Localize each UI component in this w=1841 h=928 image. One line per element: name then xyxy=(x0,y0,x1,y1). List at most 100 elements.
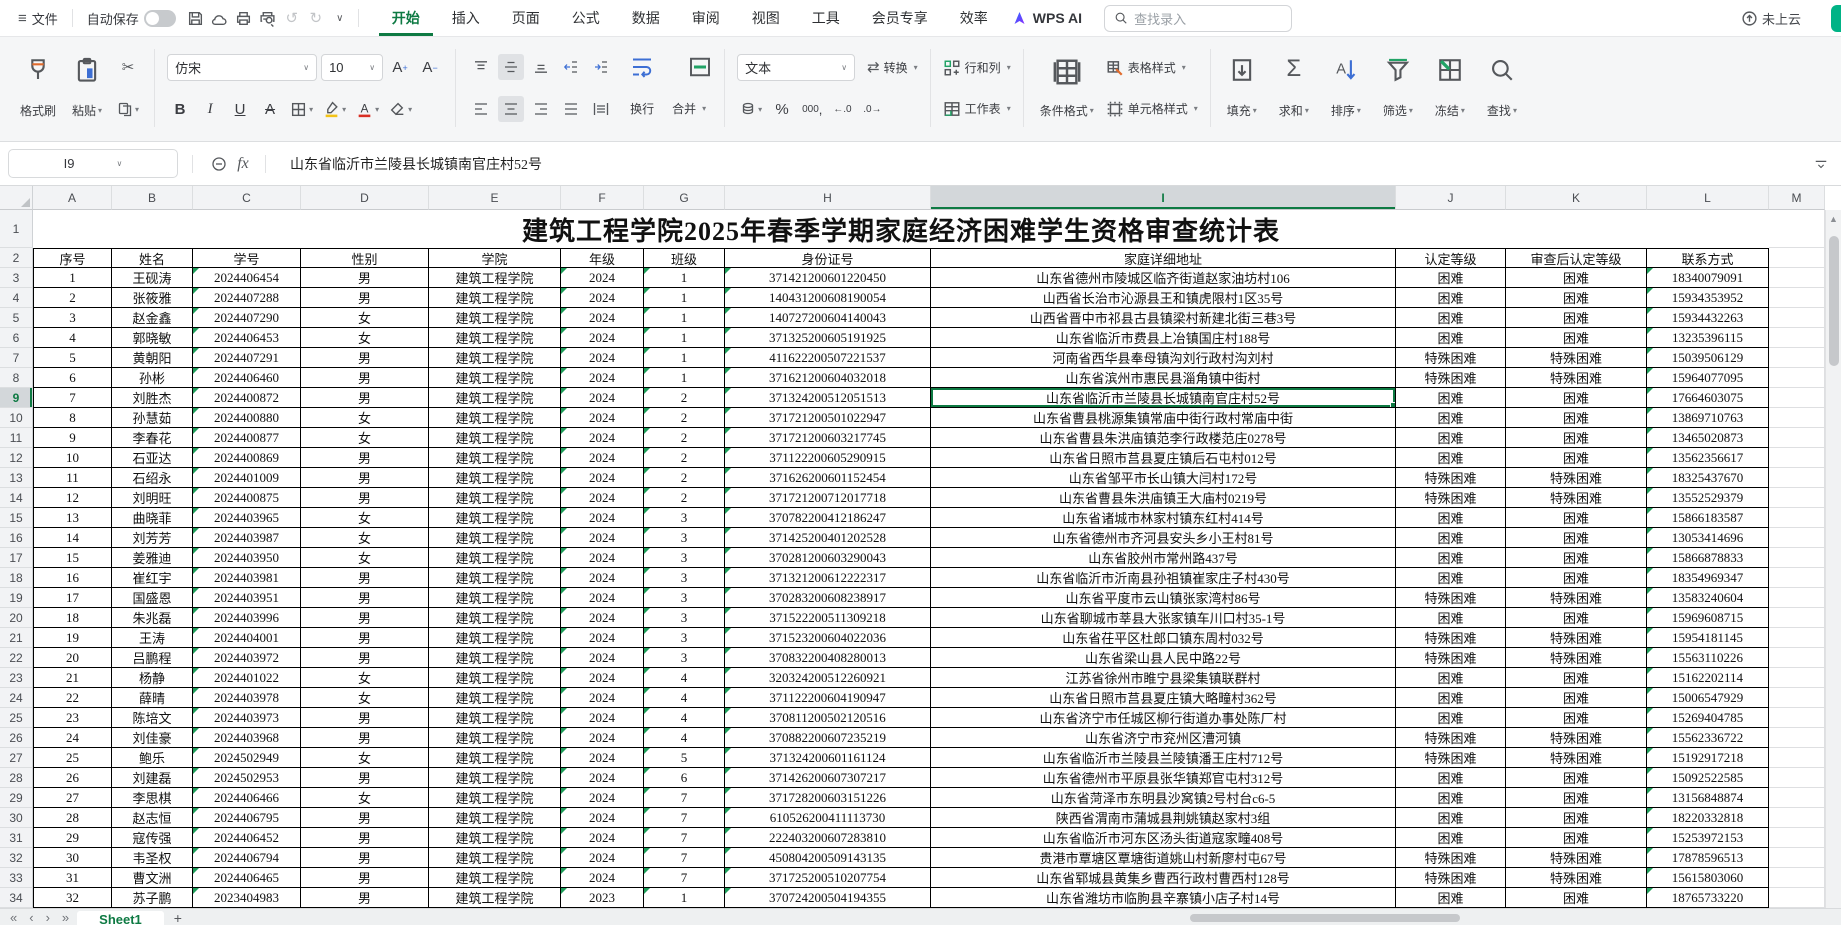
search-input[interactable]: 查找录入 xyxy=(1104,5,1292,32)
table-cell[interactable]: 2024 xyxy=(561,868,644,888)
table-cell[interactable]: 2024 xyxy=(561,588,644,608)
table-cell[interactable]: 14 xyxy=(33,528,112,548)
table-cell[interactable]: 建筑工程学院 xyxy=(429,708,561,728)
table-cell[interactable]: 2 xyxy=(644,428,725,448)
row-header-21[interactable]: 21 xyxy=(0,628,33,648)
table-cell[interactable]: 山东省聊城市莘县大张家镇车川口村35-1号 xyxy=(931,608,1396,628)
undo-icon[interactable]: ↺ xyxy=(280,6,304,30)
align-right-button[interactable] xyxy=(528,96,554,122)
table-cell[interactable]: 特殊困难 xyxy=(1396,748,1506,768)
row-header-7[interactable]: 7 xyxy=(0,348,33,368)
table-cell[interactable]: 1 xyxy=(33,268,112,288)
table-cell[interactable]: 15039506129 xyxy=(1647,348,1769,368)
table-cell[interactable]: 19 xyxy=(33,628,112,648)
table-cell[interactable]: 15563110226 xyxy=(1647,648,1769,668)
table-cell[interactable]: 男 xyxy=(301,448,429,468)
column-header-I[interactable]: I xyxy=(931,186,1396,210)
column-title[interactable]: 性别 xyxy=(301,248,429,268)
align-bottom-button[interactable] xyxy=(528,54,554,80)
table-cell[interactable]: 371728200603151226 xyxy=(725,788,931,808)
table-cell[interactable]: 2024 xyxy=(561,608,644,628)
table-cell[interactable]: 2024403978 xyxy=(193,688,301,708)
table-cell[interactable]: 370724200504194355 xyxy=(725,888,931,908)
table-cell[interactable]: 5 xyxy=(644,748,725,768)
sheet-title[interactable]: 建筑工程学院2025年春季学期家庭经济困难学生资格审查统计表 xyxy=(33,210,1769,248)
table-cell[interactable]: 371421200601220450 xyxy=(725,268,931,288)
column-title[interactable]: 姓名 xyxy=(112,248,193,268)
table-cell[interactable]: 29 xyxy=(33,828,112,848)
cloud-upload-button[interactable]: 未上云 xyxy=(1741,9,1801,28)
table-cell[interactable]: 24 xyxy=(33,728,112,748)
empty-cell[interactable] xyxy=(1769,308,1825,328)
table-cell[interactable]: 4 xyxy=(644,708,725,728)
table-cell[interactable]: 建筑工程学院 xyxy=(429,588,561,608)
table-cell[interactable]: 李春花 xyxy=(112,428,193,448)
table-cell[interactable]: 2024 xyxy=(561,688,644,708)
table-cell[interactable]: 建筑工程学院 xyxy=(429,548,561,568)
table-cell[interactable]: 河南省西华县奉母镇沟刘行政村沟刘村 xyxy=(931,348,1396,368)
table-cell[interactable]: 女 xyxy=(301,428,429,448)
table-cell[interactable]: 山东省德州市平原县张华镇郑官屯村312号 xyxy=(931,768,1396,788)
table-cell[interactable]: 4 xyxy=(644,668,725,688)
table-cell[interactable]: 16 xyxy=(33,568,112,588)
empty-cell[interactable] xyxy=(1769,348,1825,368)
table-cell[interactable]: 2024400875 xyxy=(193,488,301,508)
table-cell[interactable]: 13 xyxy=(33,508,112,528)
table-cell[interactable]: 困难 xyxy=(1396,328,1506,348)
table-cell[interactable]: 建筑工程学院 xyxy=(429,508,561,528)
rows-columns-button[interactable]: 行和列▾ xyxy=(943,54,1011,81)
select-all-corner[interactable] xyxy=(0,186,33,210)
table-cell[interactable]: 困难 xyxy=(1506,788,1647,808)
empty-cell[interactable] xyxy=(1769,848,1825,868)
column-title[interactable]: 认定等级 xyxy=(1396,248,1506,268)
table-cell[interactable]: 江苏省徐州市睢宁县梁集镇联群村 xyxy=(931,668,1396,688)
align-justify-button[interactable] xyxy=(558,96,584,122)
column-header-K[interactable]: K xyxy=(1506,186,1647,210)
table-cell[interactable]: 特殊困难 xyxy=(1396,728,1506,748)
table-cell[interactable]: 371324200601161124 xyxy=(725,748,931,768)
table-cell[interactable]: 222403200607283810 xyxy=(725,828,931,848)
table-cell[interactable]: 孙慧茹 xyxy=(112,408,193,428)
strikethrough-button[interactable]: A xyxy=(257,96,283,122)
table-cell[interactable]: 15562336722 xyxy=(1647,728,1769,748)
table-cell[interactable]: 建筑工程学院 xyxy=(429,768,561,788)
row-header-15[interactable]: 15 xyxy=(0,508,33,528)
table-cell[interactable]: 15615803060 xyxy=(1647,868,1769,888)
table-cell[interactable]: 特殊困难 xyxy=(1396,588,1506,608)
toggle-off-icon[interactable] xyxy=(144,10,176,27)
table-cell[interactable]: 建筑工程学院 xyxy=(429,808,561,828)
empty-cell[interactable] xyxy=(1769,788,1825,808)
column-header-M[interactable]: M xyxy=(1769,186,1825,210)
table-cell[interactable]: 困难 xyxy=(1506,308,1647,328)
wps-ai-button[interactable]: WPS AI xyxy=(1011,10,1082,26)
filter-button[interactable]: 筛选▾ xyxy=(1379,51,1417,125)
table-cell[interactable]: 2024406795 xyxy=(193,808,301,828)
font-size-select[interactable]: 10∨ xyxy=(321,54,383,81)
table-cell[interactable]: 建筑工程学院 xyxy=(429,848,561,868)
table-cell[interactable]: 山东省胶州市常州路437号 xyxy=(931,548,1396,568)
column-title[interactable]: 学院 xyxy=(429,248,561,268)
row-header-20[interactable]: 20 xyxy=(0,608,33,628)
table-cell[interactable]: 山东省济宁市任城区柳行街道办事处陈厂村 xyxy=(931,708,1396,728)
table-cell[interactable]: 男 xyxy=(301,848,429,868)
table-cell[interactable]: 山东省郓城县黄集乡曹西行政村曹西村128号 xyxy=(931,868,1396,888)
table-cell[interactable]: 370811200502120516 xyxy=(725,708,931,728)
table-cell[interactable]: 3 xyxy=(644,648,725,668)
table-cell[interactable]: 13583240604 xyxy=(1647,588,1769,608)
find-button[interactable]: 查找▾ xyxy=(1483,51,1521,125)
tab-工具[interactable]: 工具 xyxy=(799,0,853,36)
row-header-27[interactable]: 27 xyxy=(0,748,33,768)
column-header-D[interactable]: D xyxy=(301,186,429,210)
table-cell[interactable]: 2024406466 xyxy=(193,788,301,808)
table-cell[interactable]: 31 xyxy=(33,868,112,888)
table-cell[interactable]: 男 xyxy=(301,888,429,908)
table-cell[interactable]: 7 xyxy=(644,808,725,828)
table-cell[interactable]: 2024403950 xyxy=(193,548,301,568)
cell-style-button[interactable]: 单元格样式▾ xyxy=(1106,95,1198,122)
table-cell[interactable]: 困难 xyxy=(1396,688,1506,708)
table-cell[interactable]: 困难 xyxy=(1506,828,1647,848)
scroll-up-icon[interactable]: ▲ xyxy=(1826,210,1841,224)
table-cell[interactable]: 山东省济宁市兖州区漕河镇 xyxy=(931,728,1396,748)
table-cell[interactable]: 2024 xyxy=(561,728,644,748)
table-cell[interactable]: 刘佳豪 xyxy=(112,728,193,748)
